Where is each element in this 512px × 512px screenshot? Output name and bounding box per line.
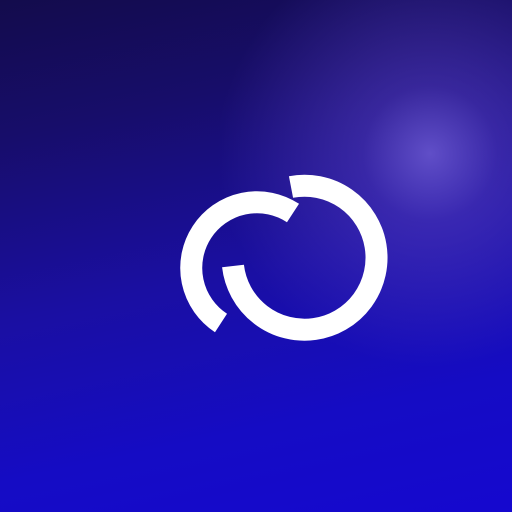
linked-rings-logo-icon: [180, 174, 388, 341]
app-icon-tile: [0, 0, 512, 512]
